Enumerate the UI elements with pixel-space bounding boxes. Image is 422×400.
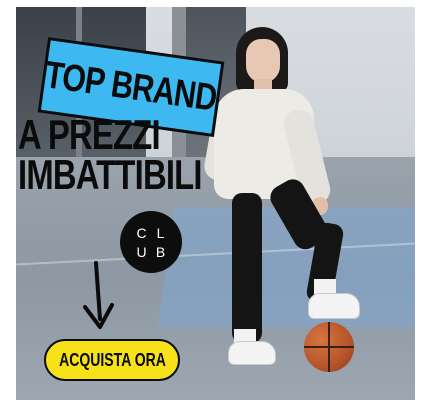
headline-line-2: IMBATTIBILI xyxy=(18,151,202,198)
model-left-leg xyxy=(232,193,262,343)
promo-banner[interactable]: TOP BRAND A PREZZI IMBATTIBILI C L U B A… xyxy=(16,7,415,400)
club-logo-letter: L xyxy=(156,224,165,241)
basketball xyxy=(304,322,354,372)
headline: A PREZZI IMBATTIBILI xyxy=(18,111,202,198)
club-logo-letter: U xyxy=(136,243,147,260)
club-logo-letter: B xyxy=(155,243,166,260)
club-logo: C L U B xyxy=(120,211,182,273)
acquista-ora-button[interactable]: ACQUISTA ORA xyxy=(44,339,180,381)
arrow-down-icon xyxy=(83,261,114,329)
model-right-sneaker xyxy=(308,293,360,319)
model-face xyxy=(246,39,280,83)
cta-label: ACQUISTA ORA xyxy=(58,349,166,370)
headline-line-1: A PREZZI xyxy=(18,111,161,158)
model-photo xyxy=(202,25,368,375)
model-left-sneaker xyxy=(228,341,276,365)
club-logo-letter: C xyxy=(136,224,147,241)
